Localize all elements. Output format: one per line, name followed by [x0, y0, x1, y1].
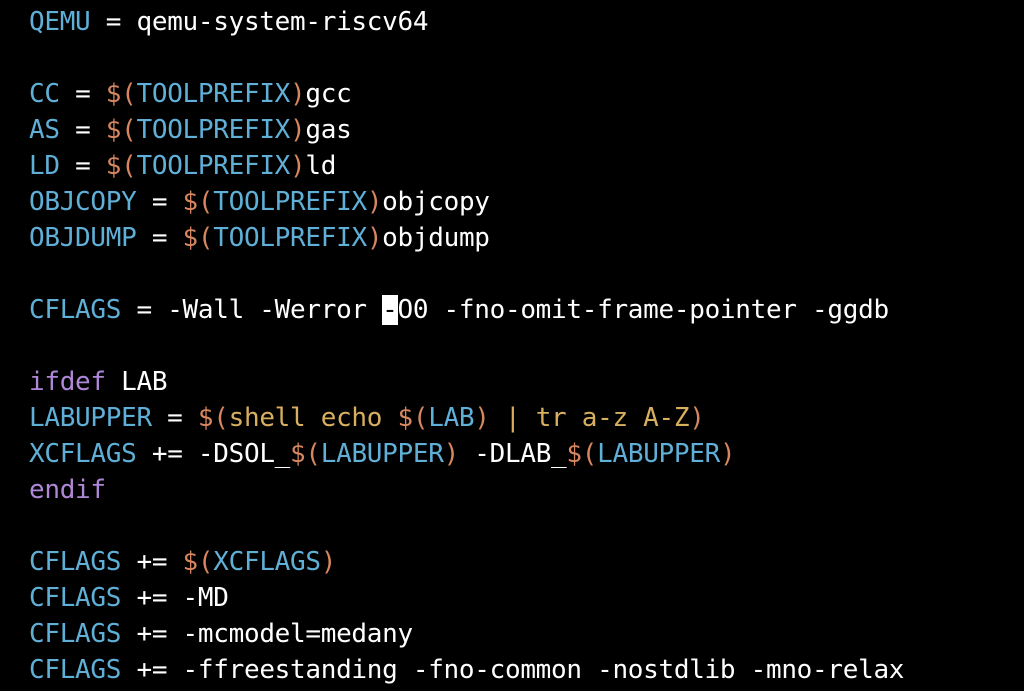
code-token: = [151, 403, 198, 433]
code-token: += [121, 583, 183, 613]
code-token: += [121, 619, 183, 649]
code-token: = [59, 115, 106, 145]
code-token: -DLAB_ [458, 439, 567, 469]
code-line[interactable]: CFLAGS = -Wall -Werror -O0 -fno-omit-fra… [29, 292, 1024, 328]
code-line[interactable] [29, 508, 1024, 544]
code-line[interactable] [29, 328, 1024, 364]
code-line[interactable]: LABUPPER = $(shell echo $(LAB) | tr a-z … [29, 400, 1024, 436]
code-token: QEMU [29, 7, 91, 37]
code-token: CFLAGS [29, 547, 122, 577]
code-token: LAB [105, 367, 168, 397]
code-token: qemu-system-riscv64 [136, 7, 429, 37]
code-token: += [121, 547, 183, 577]
code-token: -ffreestanding -fno-common -nostdlib -mn… [182, 655, 905, 685]
code-token: $( [182, 223, 214, 253]
code-token: LABUPPER [320, 439, 444, 469]
text-cursor: - [382, 295, 398, 325]
code-token: $( [105, 151, 137, 181]
code-line[interactable]: OBJDUMP = $(TOOLPREFIX)objdump [29, 220, 1024, 256]
code-line[interactable]: AS = $(TOOLPREFIX)gas [29, 112, 1024, 148]
code-token: | tr a-z A-Z [489, 403, 690, 433]
code-token: $( [197, 403, 229, 433]
code-token: -DSOL_ [197, 439, 291, 469]
code-token: = [121, 295, 168, 325]
code-token: ) [366, 223, 383, 253]
code-token: ) [290, 79, 306, 109]
code-token: objcopy [382, 187, 490, 217]
code-token: = [59, 79, 106, 109]
code-token: -Wall -Werror [167, 295, 383, 325]
code-token: CC [29, 79, 60, 109]
code-line[interactable] [29, 256, 1024, 292]
code-token: ) [443, 439, 460, 469]
code-token: CFLAGS [29, 619, 122, 649]
code-token: += [121, 655, 183, 685]
code-token: $( [397, 403, 429, 433]
code-token: gcc [305, 79, 352, 109]
code-token: gas [305, 115, 352, 145]
code-line[interactable]: endif [29, 472, 1024, 508]
code-line[interactable]: LD = $(TOOLPREFIX)ld [29, 148, 1024, 184]
code-token: = [59, 151, 106, 181]
code-line[interactable]: ifdef LAB [29, 364, 1024, 400]
code-token: = [136, 187, 183, 217]
code-line[interactable] [29, 40, 1024, 76]
code-token: ifdef [29, 367, 106, 397]
code-token: TOOLPREFIX [213, 187, 367, 217]
code-token: ) [689, 403, 705, 433]
code-token: ) [290, 115, 306, 145]
code-token: TOOLPREFIX [136, 151, 291, 181]
code-line[interactable]: CFLAGS += $(XCFLAGS) [29, 544, 1024, 580]
code-line[interactable]: CC = $(TOOLPREFIX)gcc [29, 76, 1024, 112]
code-token: objdump [382, 223, 490, 253]
code-token: ) [320, 547, 337, 577]
code-token: -MD [182, 583, 229, 613]
code-token: AS [29, 115, 60, 145]
code-token: ) [719, 439, 736, 469]
code-token: O0 -fno-omit-frame-pointer -ggdb [397, 295, 890, 325]
code-token: CFLAGS [29, 655, 122, 685]
code-token: CFLAGS [29, 583, 122, 613]
code-token: XCFLAGS [213, 547, 321, 577]
code-token: $( [105, 115, 137, 145]
code-token: LAB [428, 403, 475, 433]
code-token: $( [105, 79, 137, 109]
code-token: OBJDUMP [29, 223, 137, 253]
code-token: $( [182, 547, 214, 577]
code-token: $( [182, 187, 214, 217]
code-token: = [136, 223, 183, 253]
code-line[interactable]: QEMU = qemu-system-riscv64 [29, 4, 1024, 40]
code-token: $( [566, 439, 598, 469]
code-token: $( [290, 439, 321, 469]
code-line[interactable]: CFLAGS += -mcmodel=medany [29, 616, 1024, 652]
code-token: endif [29, 475, 106, 505]
code-token: ) [366, 187, 383, 217]
code-token: += [136, 439, 198, 469]
code-token: TOOLPREFIX [136, 79, 291, 109]
code-token: LABUPPER [597, 439, 720, 469]
code-line[interactable]: CFLAGS += -MD [29, 580, 1024, 616]
code-token: -mcmodel=medany [182, 619, 414, 649]
code-token: TOOLPREFIX [136, 115, 291, 145]
code-token: XCFLAGS [29, 439, 137, 469]
code-editor[interactable]: QEMU = qemu-system-riscv64 CC = $(TOOLPRE… [0, 0, 1024, 691]
code-token: LABUPPER [29, 403, 152, 433]
code-token: ld [305, 151, 337, 181]
code-token: ) [290, 151, 306, 181]
code-token: OBJCOPY [29, 187, 137, 217]
code-token: shell echo [228, 403, 398, 433]
code-line[interactable]: CFLAGS += -ffreestanding -fno-common -no… [29, 652, 1024, 688]
code-token: = [90, 7, 137, 37]
code-token: ) [474, 403, 490, 433]
code-token: CFLAGS [29, 295, 122, 325]
code-token: TOOLPREFIX [213, 223, 367, 253]
code-token: LD [29, 151, 60, 181]
code-line[interactable]: XCFLAGS += -DSOL_$(LABUPPER) -DLAB_$(LAB… [29, 436, 1024, 472]
code-line[interactable]: OBJCOPY = $(TOOLPREFIX)objcopy [29, 184, 1024, 220]
